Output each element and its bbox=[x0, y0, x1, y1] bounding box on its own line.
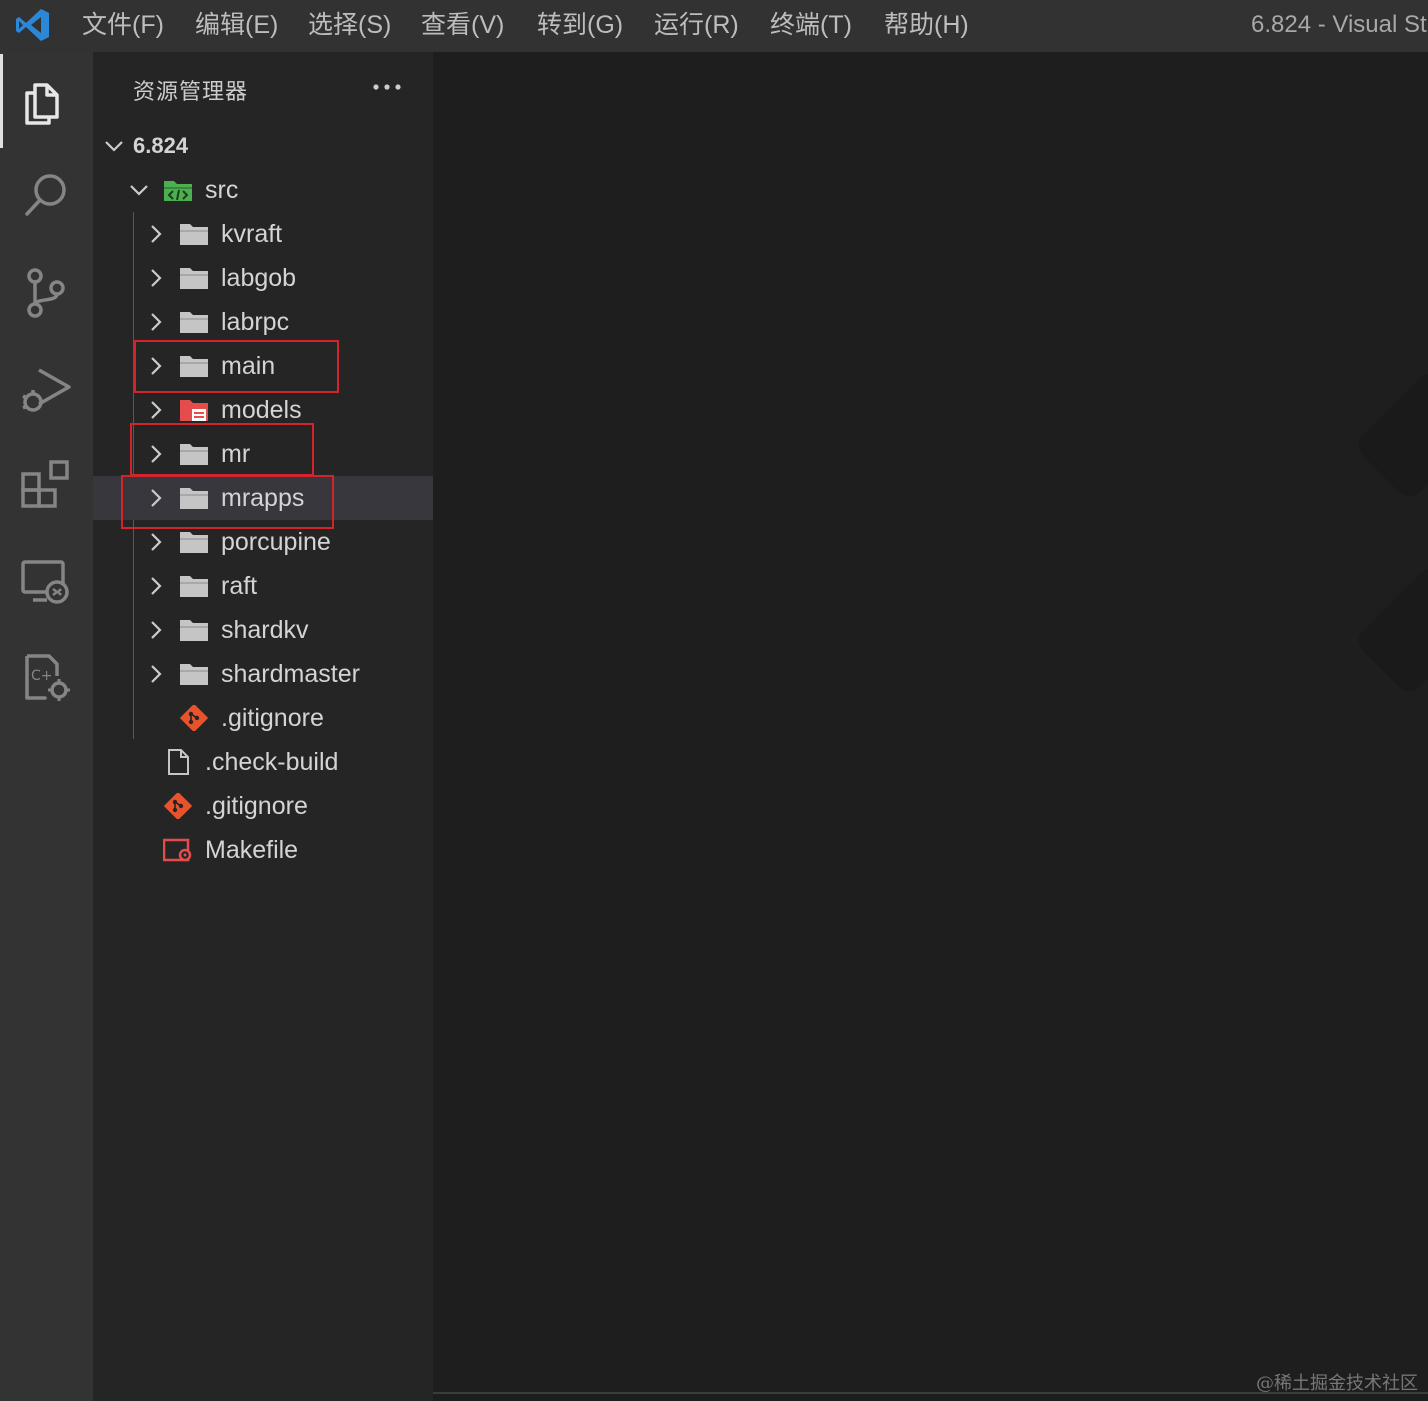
tree-folder-shardmaster[interactable]: shardmaster bbox=[93, 652, 433, 696]
sidebar-title: 资源管理器 bbox=[133, 79, 249, 104]
explorer-icon[interactable] bbox=[17, 71, 75, 129]
tree-folder-label: labgob bbox=[221, 264, 297, 292]
active-indicator bbox=[0, 54, 3, 148]
folder-icon bbox=[180, 224, 208, 245]
chevron-down-icon bbox=[130, 185, 148, 196]
menu-terminal[interactable]: 终端(T) bbox=[770, 0, 852, 52]
tree-folder-labrpc[interactable]: labrpc bbox=[93, 300, 433, 344]
tree-folder-label: shardmaster bbox=[221, 660, 360, 688]
models-folder-icon bbox=[180, 400, 208, 421]
remote-explorer-icon[interactable] bbox=[17, 552, 75, 610]
source-control-icon[interactable] bbox=[17, 264, 75, 322]
more-actions-icon[interactable] bbox=[371, 76, 403, 98]
menu-run[interactable]: 运行(R) bbox=[654, 0, 739, 52]
highlight-box-mrapps bbox=[121, 475, 334, 529]
tree-folder-label: raft bbox=[221, 572, 258, 600]
folder-icon bbox=[180, 268, 208, 289]
search-icon[interactable] bbox=[17, 166, 75, 224]
window-title: 6.824 - Visual Stu bbox=[1251, 11, 1428, 38]
menu-file[interactable]: 文件(F) bbox=[82, 0, 164, 52]
menu-view[interactable]: 查看(V) bbox=[421, 0, 504, 52]
tree-file-label: .gitignore bbox=[205, 792, 308, 820]
menu-edit[interactable]: 编辑(E) bbox=[195, 0, 278, 52]
tree-file-gitignore[interactable]: .gitignore bbox=[93, 784, 433, 828]
tree-file-label: .gitignore bbox=[221, 704, 324, 732]
git-icon bbox=[179, 705, 209, 731]
tree-folder-label: shardkv bbox=[221, 616, 309, 644]
folder-icon bbox=[180, 620, 208, 641]
folder-icon bbox=[180, 532, 208, 553]
folder-icon bbox=[180, 312, 208, 333]
chevron-right-icon bbox=[151, 269, 162, 287]
chevron-right-icon bbox=[151, 577, 162, 595]
src-folder-icon bbox=[164, 181, 192, 201]
chevron-right-icon bbox=[151, 665, 162, 683]
folder-icon bbox=[180, 664, 208, 685]
tree-file-check-build[interactable]: .check-build bbox=[93, 740, 433, 784]
tree-folder-label: src bbox=[205, 176, 239, 204]
chevron-right-icon bbox=[151, 313, 162, 331]
editor-area[interactable] bbox=[433, 52, 1428, 1401]
tree-folder-src[interactable]: src bbox=[93, 168, 433, 212]
tree-folder-labgob[interactable]: labgob bbox=[93, 256, 433, 300]
tree-file-label: .check-build bbox=[205, 748, 339, 776]
tree-file-label: Makefile bbox=[205, 836, 299, 864]
tree-folder-raft[interactable]: raft bbox=[93, 564, 433, 608]
watermark-credit: @稀土掘金技术社区 bbox=[1256, 1373, 1418, 1394]
tree-folder-label: kvraft bbox=[221, 220, 283, 248]
git-icon bbox=[163, 793, 193, 819]
menu-selection[interactable]: 选择(S) bbox=[308, 0, 391, 52]
folder-icon bbox=[180, 576, 208, 597]
tree-file-src-gitignore[interactable]: .gitignore bbox=[93, 696, 433, 740]
menu-help[interactable]: 帮助(H) bbox=[884, 0, 969, 52]
tree-root-label: 6.824 bbox=[133, 133, 189, 158]
activity-bar: C+ bbox=[0, 52, 93, 1401]
tree-file-makefile[interactable]: Makefile bbox=[93, 828, 433, 872]
makefile-icon bbox=[163, 838, 192, 862]
chevron-right-icon bbox=[151, 533, 162, 551]
cmake-icon[interactable]: C+ bbox=[17, 648, 75, 706]
highlight-box-main bbox=[134, 340, 339, 393]
extensions-icon[interactable] bbox=[17, 456, 75, 514]
menu-go[interactable]: 转到(G) bbox=[537, 0, 623, 52]
tree-folder-kvraft[interactable]: kvraft bbox=[93, 212, 433, 256]
tree-folder-label: labrpc bbox=[221, 308, 290, 336]
file-icon bbox=[168, 749, 189, 775]
chevron-right-icon bbox=[151, 621, 162, 639]
chevron-down-icon bbox=[105, 141, 123, 152]
run-debug-icon[interactable] bbox=[17, 360, 75, 418]
svg-text:C+: C+ bbox=[31, 668, 53, 684]
chevron-right-icon bbox=[151, 225, 162, 243]
highlight-box-mr bbox=[130, 423, 314, 476]
tree-root-folder[interactable]: 6.824 bbox=[93, 124, 433, 168]
tree-folder-shardkv[interactable]: shardkv bbox=[93, 608, 433, 652]
title-bar: 文件(F) 编辑(E) 选择(S) 查看(V) 转到(G) 运行(R) 终端(T… bbox=[0, 0, 1428, 52]
chevron-right-icon bbox=[151, 401, 162, 419]
vscode-logo-icon bbox=[16, 9, 49, 41]
